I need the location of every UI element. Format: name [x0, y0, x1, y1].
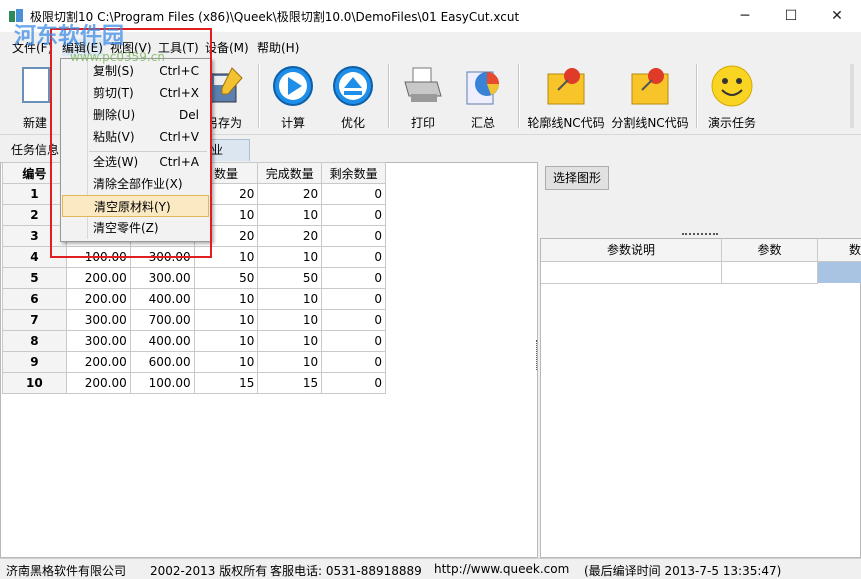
cell[interactable]: 0 — [321, 309, 386, 331]
cell[interactable]: 50 — [257, 267, 323, 289]
cell[interactable]: 300.00 — [129, 267, 195, 289]
pin-icon — [547, 68, 585, 105]
status-url[interactable]: http://www.queek.com — [434, 562, 569, 576]
cell[interactable]: 0 — [321, 372, 386, 394]
parameter-table — [540, 238, 861, 558]
table-row[interactable]: 9 200.00 600.00 10 10 0 — [2, 351, 386, 373]
minimize-button[interactable]: ─ — [722, 0, 768, 32]
watermark-site: www.pc0359.cn — [70, 50, 165, 64]
param-desc-cell[interactable] — [541, 262, 722, 284]
demo-label: 演示任务 — [707, 116, 756, 130]
pie-chart-icon — [466, 71, 499, 105]
cell[interactable]: 300.00 — [65, 309, 131, 331]
eject-icon — [333, 66, 373, 106]
cell[interactable]: 700.00 — [129, 309, 195, 331]
cell[interactable]: 10 — [257, 246, 323, 268]
contour-nc-button[interactable]: 轮廓线NC代码 — [526, 62, 606, 132]
close-button[interactable]: ✕ — [814, 0, 860, 32]
cell[interactable]: 400.00 — [129, 330, 195, 352]
optimize-button[interactable]: 优化 — [328, 62, 378, 132]
toolbar-separator — [258, 64, 260, 128]
maximize-button[interactable]: ☐ — [768, 0, 814, 32]
cell[interactable]: 10 — [193, 309, 259, 331]
table-row[interactable]: 5 200.00 300.00 50 50 0 — [2, 267, 386, 289]
table-row[interactable]: 7 300.00 700.00 10 10 0 — [2, 309, 386, 331]
split-nc-button[interactable]: 分割线NC代码 — [610, 62, 690, 132]
cell[interactable]: 10 — [257, 330, 323, 352]
cell[interactable]: 10 — [193, 288, 259, 310]
contour-nc-label: 轮廓线NC代码 — [527, 116, 605, 130]
param-cell[interactable] — [722, 262, 818, 284]
demo-button[interactable]: 演示任务 — [704, 62, 760, 132]
cell[interactable]: 200.00 — [65, 267, 131, 289]
toolbar-scroll-grip[interactable] — [850, 64, 854, 128]
cell[interactable]: 0 — [321, 183, 386, 205]
play-icon — [273, 66, 313, 106]
cell[interactable]: 15 — [257, 372, 323, 394]
row-id: 10 — [2, 372, 67, 394]
status-copyright: 2002-2013 版权所有 — [150, 564, 268, 578]
table-row[interactable]: 10 200.00 100.00 15 15 0 — [2, 372, 386, 394]
cell[interactable]: 50 — [193, 267, 259, 289]
menu-help[interactable]: 帮助(H) — [257, 39, 299, 56]
cell[interactable]: 20 — [257, 225, 323, 247]
row-id: 6 — [2, 288, 67, 310]
row-id: 8 — [2, 330, 67, 352]
cell[interactable]: 0 — [321, 246, 386, 268]
col-header-done[interactable]: 完成数量 — [257, 162, 323, 184]
toolbar-separator — [388, 64, 390, 128]
param-extra-cell[interactable] — [818, 262, 861, 283]
cell[interactable]: 200.00 — [65, 351, 131, 373]
select-shape-button[interactable]: 选择图形 — [545, 166, 609, 190]
status-phone: 客服电话: 0531-88918889 — [270, 564, 422, 578]
optimize-label: 优化 — [340, 116, 365, 130]
cell[interactable]: 10 — [257, 351, 323, 373]
split-nc-label: 分割线NC代码 — [611, 116, 689, 130]
toolbar-separator — [696, 64, 698, 128]
summary-button[interactable]: 汇总 — [458, 62, 508, 132]
cell[interactable]: 300.00 — [65, 330, 131, 352]
cell[interactable]: 200.00 — [65, 288, 131, 310]
cell[interactable]: 0 — [321, 351, 386, 373]
row-id: 5 — [2, 267, 67, 289]
cell[interactable]: 0 — [321, 267, 386, 289]
watermark-logo: 河东软件园 — [14, 24, 125, 49]
cell[interactable]: 0 — [321, 225, 386, 247]
cell[interactable]: 15 — [193, 372, 259, 394]
toolbar-separator — [518, 64, 520, 128]
cell[interactable]: 0 — [321, 330, 386, 352]
print-button[interactable]: 打印 — [398, 62, 448, 132]
smiley-icon — [711, 65, 753, 107]
status-build: (最后编译时间 2013-7-5 13:35:47) — [584, 564, 782, 578]
row-id: 7 — [2, 309, 67, 331]
col-header-extra[interactable]: 数 — [818, 239, 861, 262]
cell[interactable]: 10 — [257, 204, 323, 226]
cell[interactable]: 10 — [257, 309, 323, 331]
cell[interactable]: 200.00 — [65, 372, 131, 394]
summary-label: 汇总 — [470, 116, 495, 130]
cell[interactable]: 400.00 — [129, 288, 195, 310]
status-bar: 济南黑格软件有限公司 2002-2013 版权所有 客服电话: 0531-889… — [0, 558, 861, 579]
col-header-param-desc[interactable]: 参数说明 — [541, 239, 722, 262]
calc-button[interactable]: 计算 — [268, 62, 318, 132]
table-row[interactable]: 8 300.00 400.00 10 10 0 — [2, 330, 386, 352]
cell[interactable]: 0 — [321, 204, 386, 226]
cell[interactable]: 0 — [321, 288, 386, 310]
calc-label: 计算 — [280, 116, 305, 130]
cell[interactable]: 10 — [193, 351, 259, 373]
col-header-remain[interactable]: 剩余数量 — [321, 162, 386, 184]
print-label: 打印 — [410, 116, 435, 130]
cell[interactable]: 10 — [193, 330, 259, 352]
table-row[interactable]: 6 200.00 400.00 10 10 0 — [2, 288, 386, 310]
status-company: 济南黑格软件有限公司 — [6, 564, 127, 578]
row-id: 9 — [2, 351, 67, 373]
cell[interactable]: 100.00 — [129, 372, 195, 394]
horizontal-splitter[interactable] — [682, 233, 718, 237]
cell[interactable]: 600.00 — [129, 351, 195, 373]
col-header-param[interactable]: 参数 — [722, 239, 818, 262]
printer-icon — [404, 67, 442, 102]
pin-icon — [631, 68, 669, 105]
cell[interactable]: 10 — [257, 288, 323, 310]
cell[interactable]: 20 — [257, 183, 323, 205]
